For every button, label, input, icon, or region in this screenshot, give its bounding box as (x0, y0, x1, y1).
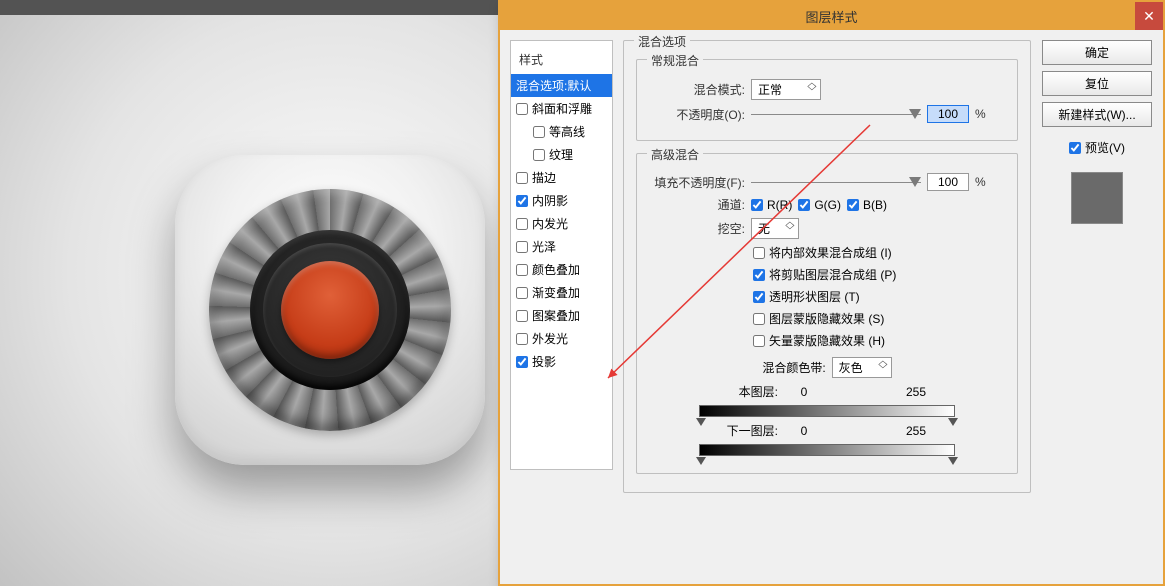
group-advanced-blend: 高级混合 填充不透明度(F): 100 % 通道: R(R) G(G) B(B) (636, 153, 1018, 474)
style-inner-shadow[interactable]: 内阴影 (511, 189, 612, 212)
channels-label: 通道: (649, 196, 745, 213)
percent-sign: % (975, 107, 986, 121)
range-low-2: 0 (784, 424, 824, 438)
channel-g[interactable]: G(G) (798, 198, 841, 212)
style-pattern-overlay[interactable]: 图案叠加 (511, 304, 612, 327)
style-color-overlay-check[interactable] (516, 264, 528, 276)
style-contour[interactable]: 等高线 (511, 120, 612, 143)
style-texture[interactable]: 纹理 (511, 143, 612, 166)
under-layer-gradient[interactable] (699, 444, 955, 456)
style-satin-check[interactable] (516, 241, 528, 253)
dialog-close-button[interactable]: ✕ (1135, 2, 1163, 30)
range-high: 255 (896, 385, 936, 399)
percent-sign: % (975, 175, 986, 189)
style-bevel[interactable]: 斜面和浮雕 (511, 97, 612, 120)
blend-mode-select[interactable]: 正常 (751, 79, 821, 100)
preview-swatch (1071, 172, 1123, 224)
group-blend-options: 混合选项 常规混合 混合模式: 正常 不透明度(O): 100 % (623, 40, 1031, 493)
style-gradient-overlay-check[interactable] (516, 287, 528, 299)
styles-panel: 样式 混合选项:默认 斜面和浮雕 等高线 纹理 描边 内阴影 内发光 光泽 颜色… (510, 40, 613, 470)
cancel-button[interactable]: 复位 (1042, 71, 1152, 96)
style-inner-glow[interactable]: 内发光 (511, 212, 612, 235)
channel-r[interactable]: R(R) (751, 198, 792, 212)
group-general-blend: 常规混合 混合模式: 正常 不透明度(O): 100 % (636, 59, 1018, 141)
under-layer-label: 下一图层: (718, 422, 778, 439)
opt-vector-mask[interactable]: 矢量蒙版隐藏效果 (H) (753, 332, 885, 349)
new-style-button[interactable]: 新建样式(W)... (1042, 102, 1152, 127)
knockout-label: 挖空: (649, 220, 745, 237)
style-bevel-check[interactable] (516, 103, 528, 115)
knockout-select[interactable]: 无 (751, 218, 799, 239)
blend-if-select[interactable]: 灰色 (832, 357, 892, 378)
ok-button[interactable]: 确定 (1042, 40, 1152, 65)
style-drop-shadow[interactable]: 投影 (511, 350, 612, 373)
style-inner-shadow-check[interactable] (516, 195, 528, 207)
style-outer-glow[interactable]: 外发光 (511, 327, 612, 350)
styles-header: 样式 (511, 47, 612, 74)
dialog-buttons: 确定 复位 新建样式(W)... 预览(V) (1041, 40, 1153, 574)
channel-b[interactable]: B(B) (847, 198, 887, 212)
style-pattern-overlay-check[interactable] (516, 310, 528, 322)
blend-mode-label: 混合模式: (649, 81, 745, 98)
blend-options-area: 混合选项 常规混合 混合模式: 正常 不透明度(O): 100 % (623, 40, 1031, 574)
this-layer-gradient[interactable] (699, 405, 955, 417)
record-icon-inner-ring (263, 243, 397, 377)
opacity-slider[interactable] (751, 107, 921, 121)
legend-general: 常规混合 (647, 52, 703, 69)
opacity-value[interactable]: 100 (927, 105, 969, 123)
record-icon-dark-ring (250, 230, 410, 390)
fill-opacity-slider[interactable] (751, 175, 921, 189)
opt-layer-mask[interactable]: 图层蒙版隐藏效果 (S) (753, 310, 884, 327)
style-texture-check[interactable] (533, 149, 545, 161)
preview-checkbox[interactable]: 预览(V) (1069, 139, 1125, 156)
style-blend-default[interactable]: 混合选项:默认 (511, 74, 612, 97)
blend-if-label: 混合颜色带: (762, 359, 825, 376)
style-contour-check[interactable] (533, 126, 545, 138)
dialog-title: 图层样式 (805, 7, 857, 26)
opacity-label: 不透明度(O): (649, 106, 745, 123)
opt-interior[interactable]: 将内部效果混合成组 (I) (753, 244, 892, 261)
record-icon-red-button (281, 261, 379, 359)
opt-clipped[interactable]: 将剪贴图层混合成组 (P) (753, 266, 896, 283)
style-satin[interactable]: 光泽 (511, 235, 612, 258)
legend-advanced: 高级混合 (647, 146, 703, 163)
range-low: 0 (784, 385, 824, 399)
style-gradient-overlay[interactable]: 渐变叠加 (511, 281, 612, 304)
dialog-title-bar[interactable]: 图层样式 ✕ (500, 2, 1163, 30)
style-outer-glow-check[interactable] (516, 333, 528, 345)
range-high-2: 255 (896, 424, 936, 438)
opt-transparency[interactable]: 透明形状图层 (T) (753, 288, 860, 305)
style-color-overlay[interactable]: 颜色叠加 (511, 258, 612, 281)
legend-blend-options: 混合选项 (634, 33, 690, 50)
fill-opacity-value[interactable]: 100 (927, 173, 969, 191)
style-drop-shadow-check[interactable] (516, 356, 528, 368)
fill-opacity-label: 填充不透明度(F): (649, 174, 745, 191)
style-stroke[interactable]: 描边 (511, 166, 612, 189)
this-layer-label: 本图层: (718, 383, 778, 400)
style-stroke-check[interactable] (516, 172, 528, 184)
style-inner-glow-check[interactable] (516, 218, 528, 230)
layer-style-dialog: 图层样式 ✕ 样式 混合选项:默认 斜面和浮雕 等高线 纹理 描边 内阴影 内发… (498, 0, 1165, 586)
record-icon-metal-ring (209, 189, 451, 431)
record-icon-base (175, 155, 485, 465)
